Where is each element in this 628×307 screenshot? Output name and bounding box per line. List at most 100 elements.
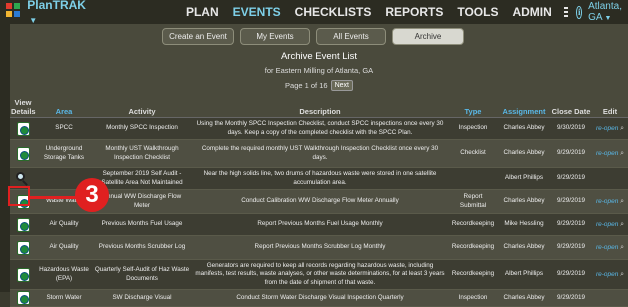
tab-my-events[interactable]: My Events	[240, 28, 310, 45]
plantrak-logo-icon[interactable]	[6, 3, 20, 21]
view-details-icon[interactable]	[16, 267, 30, 282]
cell-activity: Previous Months Fuel Usage	[92, 213, 192, 236]
nav-checklists[interactable]: CHECKLISTS	[295, 5, 372, 19]
cell-assignment: Charles Abbey	[498, 189, 550, 214]
main-nav: PLAN EVENTS CHECKLISTS REPORTS TOOLS ADM…	[186, 5, 552, 19]
reopen-link[interactable]: re-open	[596, 198, 618, 205]
cell-description: Generators are required to keep all reco…	[192, 259, 448, 290]
cell-type: Recordkeeping	[448, 259, 498, 290]
cell-close-date: 9/29/2019	[550, 213, 592, 236]
reopen-link[interactable]: re-open	[596, 244, 618, 251]
cell-area: Hazardous Waste (EPA)	[36, 259, 92, 290]
cell-activity: Quarterly Self-Audit of Haz Waste Docume…	[92, 259, 192, 290]
nav-tools[interactable]: TOOLS	[457, 5, 498, 19]
paperclip-icon[interactable]: ⌕	[620, 150, 624, 157]
cell-type: Recordkeeping	[448, 235, 498, 260]
paperclip-icon[interactable]: ⌕	[620, 198, 624, 205]
table-row: SPCC Monthly SPCC Inspection Using the M…	[10, 117, 628, 140]
column-header-assignment[interactable]: Assignment	[498, 97, 550, 118]
tab-create-event[interactable]: Create an Event	[162, 28, 234, 45]
view-details-icon[interactable]	[16, 146, 30, 161]
cell-assignment: Charles Abbey	[498, 117, 550, 140]
paperclip-icon[interactable]: ⌕	[620, 221, 624, 228]
cell-activity: Monthly UST Walkthrough Inspection Check…	[92, 139, 192, 168]
column-header-close-date: Close Date	[550, 97, 592, 118]
top-navbar: PlanTRAK ▼ PLAN EVENTS CHECKLISTS REPORT…	[0, 0, 628, 26]
nav-admin[interactable]: ADMIN	[512, 5, 551, 19]
tab-all-events[interactable]: All Events	[316, 28, 386, 45]
main-content: Create an Event My Events All Events Arc…	[10, 24, 628, 307]
cell-close-date: 9/29/2019	[550, 235, 592, 260]
nav-reports[interactable]: REPORTS	[385, 5, 443, 19]
tab-archive[interactable]: Archive	[392, 28, 464, 45]
page-subtitle: for Eastern Milling of Atlanta, GA	[264, 66, 374, 75]
cell-description: Report Previous Months Fuel Usage Monthl…	[192, 213, 448, 236]
event-tabs: Create an Event My Events All Events Arc…	[162, 28, 464, 45]
pagination: Page 1 of 16 Next	[10, 80, 628, 91]
cell-edit	[592, 289, 628, 307]
table-row: Air Quality Previous Months Scrubber Log…	[10, 235, 628, 260]
column-header-description: Description	[192, 97, 448, 118]
next-page-button[interactable]: Next	[330, 80, 353, 91]
column-header-area[interactable]: Area	[36, 97, 92, 118]
page-indicator: Page 1 of 16	[285, 81, 328, 90]
cell-close-date: 9/29/2019	[550, 289, 592, 307]
cell-assignment: Albert Phillips	[498, 259, 550, 290]
callout-step-number: 3	[75, 178, 109, 212]
table-header-row: View Details Area Activity Description T…	[10, 97, 628, 118]
cell-type: Recordkeeping	[448, 213, 498, 236]
nav-plan[interactable]: PLAN	[186, 5, 219, 19]
location-selector[interactable]: Atlanta, GA ▼	[588, 1, 622, 23]
cell-description: Conduct Calibration WW Discharge Flow Me…	[192, 189, 448, 214]
cell-type: Inspection	[448, 117, 498, 140]
view-details-icon[interactable]	[16, 217, 30, 232]
cell-assignment: Charles Abbey	[498, 289, 550, 307]
cell-description: Conduct Storm Water Discharge Visual Ins…	[192, 289, 448, 307]
cell-assignment: Charles Abbey	[498, 235, 550, 260]
column-header-type[interactable]: Type	[448, 97, 498, 118]
hamburger-menu-icon[interactable]	[563, 7, 569, 17]
cell-type: Inspection	[448, 289, 498, 307]
view-details-icon[interactable]	[16, 291, 30, 305]
cell-area: Underground Storage Tanks	[36, 139, 92, 168]
table-row: Air Quality Previous Months Fuel Usage R…	[10, 213, 628, 236]
cell-area: Air Quality	[36, 213, 92, 236]
callout-pointer-line	[30, 196, 78, 199]
cell-type: Checklist	[448, 139, 498, 168]
cell-edit	[592, 167, 628, 190]
cell-assignment: Charles Abbey	[498, 139, 550, 168]
left-sidebar	[0, 24, 10, 292]
cell-area: SPCC	[36, 117, 92, 140]
paperclip-icon[interactable]: ⌕	[620, 244, 624, 251]
view-details-icon[interactable]	[16, 240, 30, 255]
search-icon[interactable]	[15, 171, 31, 186]
column-header-edit: Edit	[592, 97, 628, 118]
chevron-down-icon: ▼	[602, 15, 612, 22]
cell-close-date: 9/29/2019	[550, 139, 592, 168]
cell-activity: SW Discharge Visual	[92, 289, 192, 307]
cell-description: Using the Monthly SPCC Inspection Checkl…	[192, 117, 448, 140]
paperclip-icon[interactable]: ⌕	[620, 125, 624, 132]
cell-activity: Previous Months Scrubber Log	[92, 235, 192, 260]
reopen-link[interactable]: re-open	[596, 150, 618, 157]
cell-close-date: 9/29/2019	[550, 189, 592, 214]
cell-area: Storm Water	[36, 289, 92, 307]
cell-type	[448, 167, 498, 190]
view-details-icon[interactable]	[16, 121, 30, 136]
reopen-link[interactable]: re-open	[596, 125, 618, 132]
nav-events[interactable]: EVENTS	[233, 5, 281, 19]
reopen-link[interactable]: re-open	[596, 271, 618, 278]
paperclip-icon[interactable]: ⌕	[620, 271, 624, 278]
cell-assignment: Albert Phillips	[498, 167, 550, 190]
info-icon[interactable]: i	[576, 5, 583, 19]
reopen-link[interactable]: re-open	[596, 221, 618, 228]
cell-close-date: 9/30/2019	[550, 117, 592, 140]
cell-description: Report Previous Months Scrubber Log Mont…	[192, 235, 448, 260]
cell-activity: Monthly SPCC Inspection	[92, 117, 192, 140]
brand-menu[interactable]: PlanTRAK ▼	[27, 0, 86, 26]
table-row: Hazardous Waste (EPA) Quarterly Self-Aud…	[10, 259, 628, 290]
cell-type: Report Submittal	[448, 189, 498, 214]
column-header-activity: Activity	[92, 97, 192, 118]
table-row: Underground Storage Tanks Monthly UST Wa…	[10, 139, 628, 168]
page-title: Archive Event List	[280, 51, 358, 62]
